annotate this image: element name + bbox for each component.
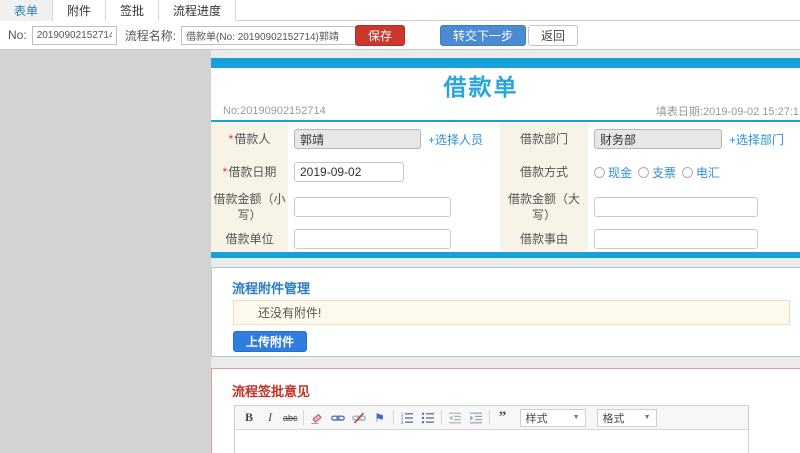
tab-approval[interactable]: 签批 [106, 0, 160, 21]
form-no-text: No:20190902152714 [223, 105, 326, 117]
no-attachment-message: 还没有附件! [233, 300, 790, 325]
tab-approval-label: 签批 [120, 4, 145, 18]
amount-uppercase-label: 借款金额（大写） [500, 188, 588, 226]
borrow-unit-label: 借款单位 [211, 226, 288, 252]
styles-dropdown-label: 样式 [525, 412, 548, 425]
action-toolbar: No: 流程名称: 保存 转交下一步 返回 [0, 21, 800, 50]
amount-lowercase-field [288, 188, 500, 226]
wire-transfer-radio-label[interactable]: 电汇 [696, 164, 720, 181]
borrow-reason-field [588, 226, 800, 252]
form-meta-row: No:20190902152714 填表日期:2019-09-02 15:27:… [211, 102, 800, 120]
borrow-reason-label: 借款事由 [500, 226, 588, 252]
process-name-input[interactable] [181, 25, 372, 45]
required-mark: * [222, 165, 228, 179]
tab-process-progress[interactable]: 流程进度 [159, 0, 237, 21]
approval-section-title: 流程签批意见 [232, 384, 311, 399]
tab-strip-spacer [236, 0, 800, 20]
chevron-down-icon: ▼ [643, 414, 651, 421]
editor-content-area[interactable] [235, 430, 748, 453]
remove-format-icon[interactable] [309, 410, 325, 426]
select-department-link[interactable]: +选择部门 [729, 131, 784, 148]
tab-form[interactable]: 表单 [0, 0, 54, 21]
wire-transfer-radio[interactable] [682, 166, 694, 178]
borrow-reason-input[interactable] [594, 229, 758, 249]
toolbar-separator [440, 410, 442, 425]
cheque-radio[interactable] [638, 166, 650, 178]
select-person-link[interactable]: +选择人员 [428, 131, 483, 148]
content-area: 借款单 No:20190902152714 填表日期:2019-09-02 15… [211, 50, 800, 453]
amount-uppercase-field [588, 188, 800, 226]
cheque-radio-label[interactable]: 支票 [652, 164, 676, 181]
loan-form-panel: 借款单 No:20190902152714 填表日期:2019-09-02 15… [211, 58, 800, 258]
borrow-method-radio-group: 现金 支票 电汇 [594, 164, 720, 181]
forward-next-step-button[interactable]: 转交下一步 [440, 24, 527, 46]
borrow-department-field: +选择部门 [588, 122, 800, 156]
save-button[interactable]: 保存 [355, 24, 406, 46]
amount-lowercase-input[interactable] [294, 197, 451, 217]
amount-lowercase-label: 借款金额（小写） [211, 188, 288, 226]
tab-strip: 表单 附件 签批 流程进度 [0, 0, 800, 21]
decrease-indent-icon[interactable] [447, 410, 463, 426]
attachment-section-title: 流程附件管理 [232, 281, 311, 296]
toolbar-separator [392, 410, 394, 425]
editor-toolbar: B I abc ⚑ 123 ” 样式 ▼ 格式 ▼ [235, 406, 748, 430]
format-dropdown-label: 格式 [602, 412, 625, 425]
form-grid: *借款人 +选择人员 借款部门 +选择部门 *借款日期 借款方式 现金 [211, 122, 800, 252]
amount-uppercase-input[interactable] [594, 197, 758, 217]
upload-attachment-button[interactable]: 上传附件 [233, 331, 308, 352]
no-label: No: [8, 28, 27, 42]
tab-attachment[interactable]: 附件 [53, 0, 107, 21]
blockquote-icon[interactable]: ” [495, 409, 511, 426]
borrow-method-label: 借款方式 [500, 156, 588, 188]
tab-process-progress-label: 流程进度 [173, 4, 222, 18]
borrow-method-field: 现金 支票 电汇 [588, 156, 800, 188]
process-name-label: 流程名称: [124, 28, 177, 43]
bulleted-list-icon[interactable] [420, 410, 436, 426]
strikethrough-icon[interactable]: abc [283, 410, 298, 426]
attachment-section: 流程附件管理 还没有附件! 上传附件 [211, 267, 800, 357]
tab-form-label: 表单 [14, 4, 39, 18]
required-mark: * [228, 132, 234, 146]
anchor-flag-icon[interactable]: ⚑ [372, 410, 388, 426]
link-icon[interactable] [330, 410, 346, 426]
borrow-department-label: 借款部门 [500, 122, 588, 156]
bottom-accent-bar [211, 252, 800, 258]
cash-radio-label[interactable]: 现金 [608, 164, 632, 181]
approval-section: 流程签批意见 B I abc ⚑ 123 ” 样式 ▼ 格式 ▼ [211, 368, 800, 453]
numbered-list-icon[interactable]: 123 [399, 410, 415, 426]
borrower-field: +选择人员 [288, 122, 500, 156]
top-accent-bar [211, 58, 800, 68]
increase-indent-icon[interactable] [468, 410, 484, 426]
bold-icon[interactable]: B [241, 410, 257, 426]
cash-radio[interactable] [594, 166, 605, 178]
borrow-date-label: *借款日期 [211, 156, 288, 188]
borrow-date-field [288, 156, 500, 188]
borrow-unit-field [288, 226, 500, 252]
no-input[interactable] [31, 25, 117, 45]
tab-attachment-label: 附件 [67, 4, 92, 18]
styles-dropdown[interactable]: 样式 ▼ [519, 408, 586, 427]
svg-text:3: 3 [400, 419, 403, 424]
form-title: 借款单 [443, 74, 519, 100]
back-button[interactable]: 返回 [528, 24, 579, 46]
format-dropdown[interactable]: 格式 ▼ [596, 408, 657, 427]
rich-text-editor: B I abc ⚑ 123 ” 样式 ▼ 格式 ▼ [234, 405, 749, 453]
toolbar-separator [302, 410, 304, 425]
borrow-unit-input[interactable] [294, 229, 451, 249]
borrow-department-input[interactable] [594, 129, 722, 149]
toolbar-separator [488, 410, 490, 425]
unlink-icon[interactable] [351, 410, 367, 426]
borrower-input[interactable] [294, 129, 421, 149]
form-date-text: 填表日期:2019-09-02 15:27:1 [655, 106, 799, 118]
borrower-label: *借款人 [211, 122, 288, 156]
chevron-down-icon: ▼ [572, 414, 580, 421]
borrow-date-input[interactable] [294, 162, 404, 182]
italic-icon[interactable]: I [262, 410, 278, 426]
